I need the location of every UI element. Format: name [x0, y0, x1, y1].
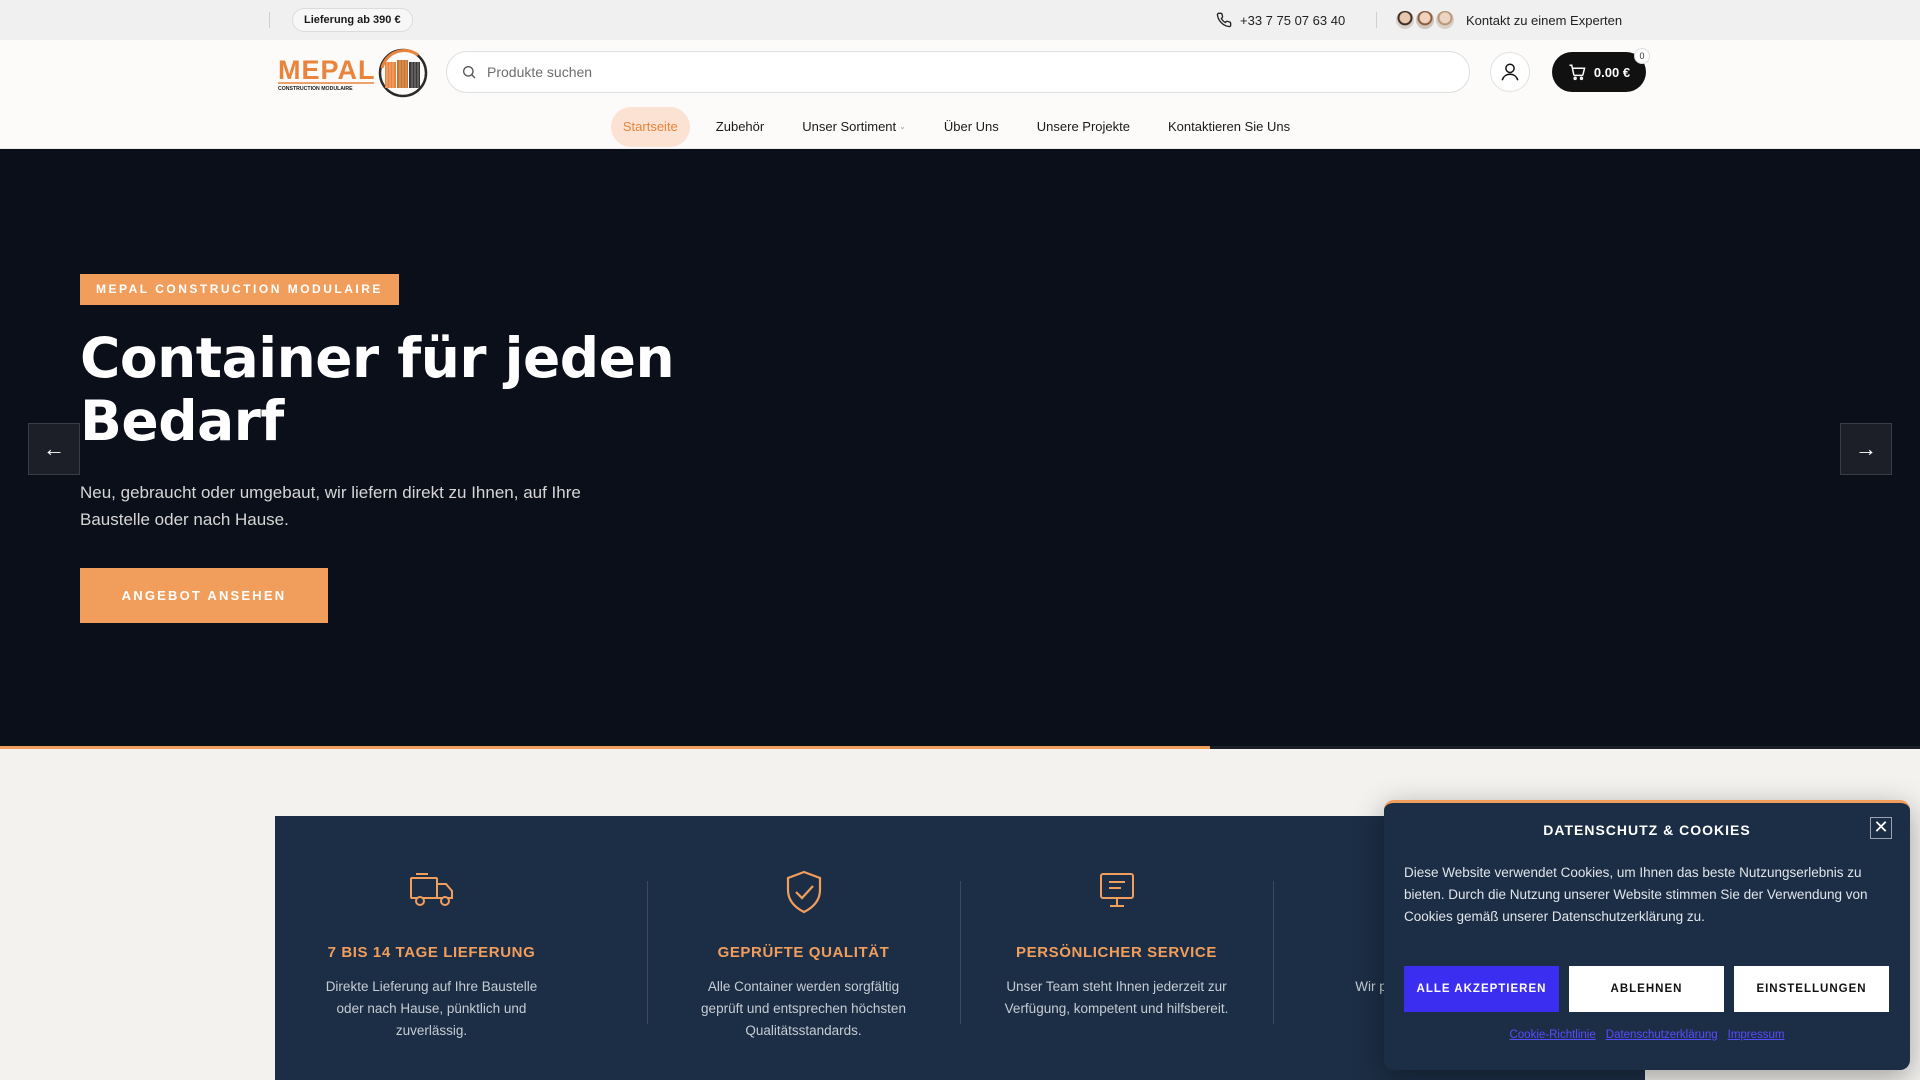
arrow-left-icon: ←: [43, 436, 65, 461]
cart-count-badge: 0: [1634, 48, 1650, 64]
feature-text: Direkte Lieferung auf Ihre Baustelle ode…: [325, 979, 538, 1038]
cookie-policy-link[interactable]: Cookie-Richtlinie: [1509, 1029, 1595, 1041]
cookie-settings-button[interactable]: EINSTELLUNGEN: [1734, 966, 1889, 1012]
phone-number: +33 7 75 07 63 40: [1240, 12, 1346, 28]
account-button[interactable]: [1490, 52, 1530, 92]
view-offer-button[interactable]: ANGEBOT ANSEHEN: [80, 568, 328, 623]
topbar-divider: [269, 12, 270, 28]
nav-item-projects[interactable]: Unsere Projekte: [1018, 107, 1149, 147]
nav-item-about[interactable]: Über Uns: [925, 107, 1018, 147]
nav-item-range[interactable]: Unser Sortiment ⌄: [783, 107, 925, 147]
slider-next-button[interactable]: →: [1840, 423, 1892, 475]
feature-delivery: 7 BIS 14 TAGE LIEFERUNG Direkte Lieferun…: [275, 816, 588, 1080]
privacy-policy-link[interactable]: Datenschutzerklärung: [1606, 1029, 1718, 1041]
expert-contact-label: Kontakt zu einem Experten: [1466, 12, 1623, 28]
avatar: [1414, 9, 1436, 31]
mepal-logo[interactable]: MEPAL CONSTRUCTION MODULAIRE: [278, 46, 428, 100]
logo-subtext: CONSTRUCTION MODULAIRE: [278, 86, 353, 92]
cookie-text: Diese Website verwendet Cookies, um Ihne…: [1404, 865, 1868, 924]
feature-title: GEPRÜFTE QUALITÄT: [717, 944, 890, 961]
search-bar[interactable]: [446, 51, 1470, 93]
cart-total: 0.00 €: [1593, 64, 1631, 80]
deny-button[interactable]: ABLEHNEN: [1569, 966, 1724, 1012]
nav-item-accessories[interactable]: Zubehör: [697, 107, 783, 147]
feature-text: Alle Container werden sorgfältig geprüft…: [701, 979, 906, 1038]
chevron-down-icon: ⌄: [899, 122, 906, 131]
expert-avatars: [1394, 9, 1456, 31]
cart-button[interactable]: 0.00 €: [1552, 52, 1646, 92]
feature-title: PERSÖNLICHER SERVICE: [1016, 944, 1217, 961]
nav-item-contact[interactable]: Kontaktieren Sie Uns: [1149, 107, 1309, 147]
cart-icon: [1569, 64, 1586, 81]
avatar: [1434, 9, 1456, 31]
imprint-link[interactable]: Impressum: [1728, 1029, 1785, 1041]
logo-wordmark: MEPAL: [278, 55, 376, 85]
slide-progress-fill: [0, 746, 1210, 749]
shield-check-icon: [786, 870, 821, 914]
site-header: MEPAL CONSTRUCTION MODULAIRE 0.00 € 0 St…: [0, 40, 1920, 149]
hero-badge: MEPAL CONSTRUCTION MODULAIRE: [80, 274, 399, 305]
hero-title: Container für jeden Bedarf: [80, 326, 675, 453]
top-bar: Lieferung ab 390 € +33 7 75 07 63 40 Kon…: [0, 0, 1920, 40]
feature-service: PERSÖNLICHER SERVICE Unser Team steht Ih…: [960, 816, 1273, 1080]
cookie-title: DATENSCHUTZ & COOKIES: [1543, 822, 1751, 838]
slider-prev-button[interactable]: ←: [28, 423, 80, 475]
cookie-links: Cookie-Richtlinie Datenschutzerklärung I…: [1384, 1029, 1910, 1041]
phone-link[interactable]: +33 7 75 07 63 40: [1216, 10, 1345, 30]
feature-text: Unser Team steht Ihnen jederzeit zur Ver…: [1004, 979, 1229, 1016]
avatar: [1394, 9, 1416, 31]
hero-slider: MEPAL CONSTRUCTION MODULAIRE Container f…: [0, 149, 1920, 749]
accept-all-button[interactable]: ALLE AKZEPTIEREN: [1404, 966, 1559, 1012]
cookie-consent-dialog: DATENSCHUTZ & COOKIES ✕ Diese Website ve…: [1384, 800, 1910, 1070]
main-nav: Startseite Zubehör Unser Sortiment ⌄ Über…: [0, 106, 1920, 148]
expert-contact-link[interactable]: Kontakt zu einem Experten: [1394, 8, 1623, 32]
nav-item-home[interactable]: Startseite: [610, 107, 690, 147]
search-input[interactable]: [487, 64, 1387, 80]
feature-title: 7 BIS 14 TAGE LIEFERUNG: [327, 944, 536, 961]
monitor-icon: [1099, 873, 1134, 907]
search-icon: [463, 66, 476, 79]
user-icon: [1501, 63, 1519, 81]
truck-icon: [409, 873, 453, 906]
phone-icon: [1216, 12, 1232, 28]
feature-quality: GEPRÜFTE QUALITÄT Alle Container werden …: [647, 816, 960, 1080]
close-icon[interactable]: ✕: [1870, 817, 1892, 839]
hero-subtitle: Neu, gebraucht oder umgebaut, wir liefer…: [80, 483, 581, 529]
topbar-divider-2: [1376, 12, 1377, 28]
delivery-badge: Lieferung ab 390 €: [292, 8, 413, 32]
arrow-right-icon: →: [1855, 436, 1877, 461]
